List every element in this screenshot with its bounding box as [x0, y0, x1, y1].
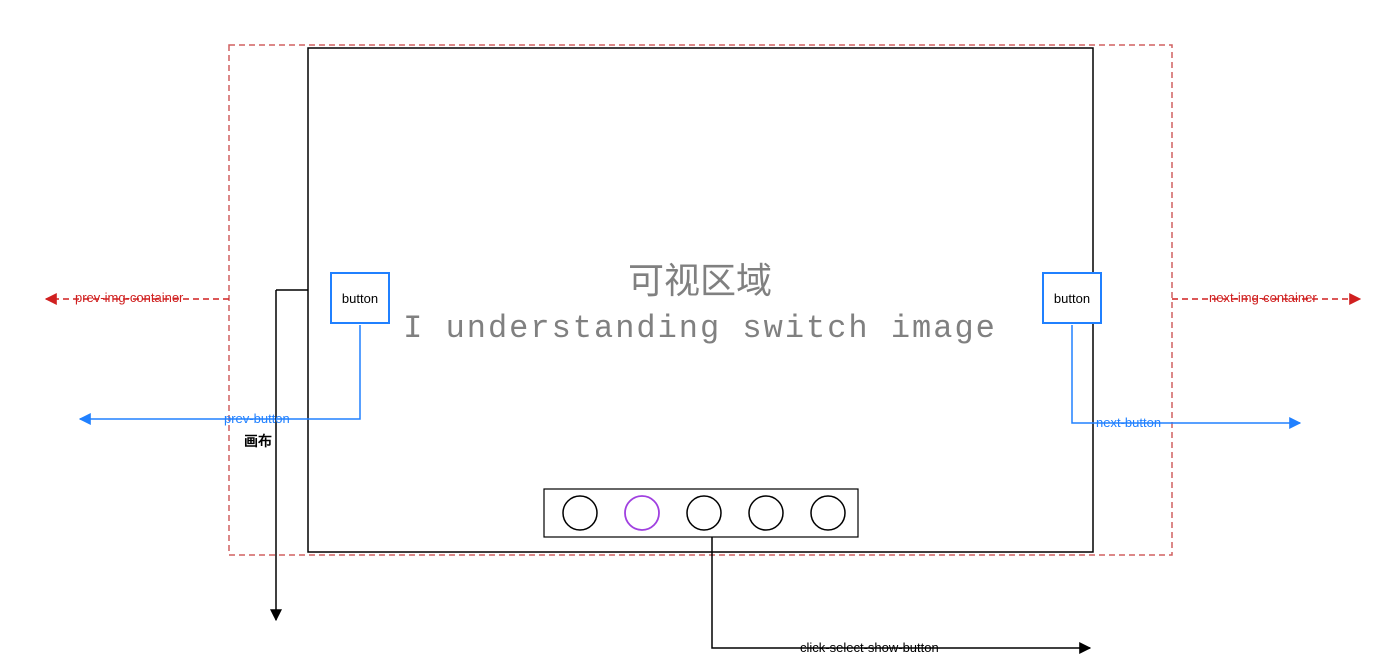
- click-select-label: click-select-show-button: [800, 640, 939, 655]
- next-button[interactable]: button: [1042, 272, 1102, 324]
- indicator-dot-1-active[interactable]: [625, 496, 659, 530]
- canvas-label: 画布: [244, 431, 272, 451]
- next-img-container-label: next-img-container: [1209, 290, 1317, 305]
- indicator-dot-3[interactable]: [749, 496, 783, 530]
- indicator-dot-0[interactable]: [563, 496, 597, 530]
- prev-button-label-annotation: prev-button: [224, 411, 290, 426]
- prev-button[interactable]: button: [330, 272, 390, 324]
- indicator-dot-2[interactable]: [687, 496, 721, 530]
- indicator-connector: [712, 537, 1090, 648]
- prev-button-connector: [80, 325, 360, 419]
- prev-button-label: button: [342, 291, 378, 306]
- next-button-connector: [1072, 325, 1300, 423]
- prev-img-container-label: prev-img-container: [75, 290, 183, 305]
- next-button-label-annotation: next-button: [1096, 415, 1161, 430]
- visible-area-title: 可视区域: [500, 252, 900, 304]
- indicator-dot-4[interactable]: [811, 496, 845, 530]
- next-button-label: button: [1054, 291, 1090, 306]
- visible-area-subtitle: I understanding switch image: [380, 310, 1020, 347]
